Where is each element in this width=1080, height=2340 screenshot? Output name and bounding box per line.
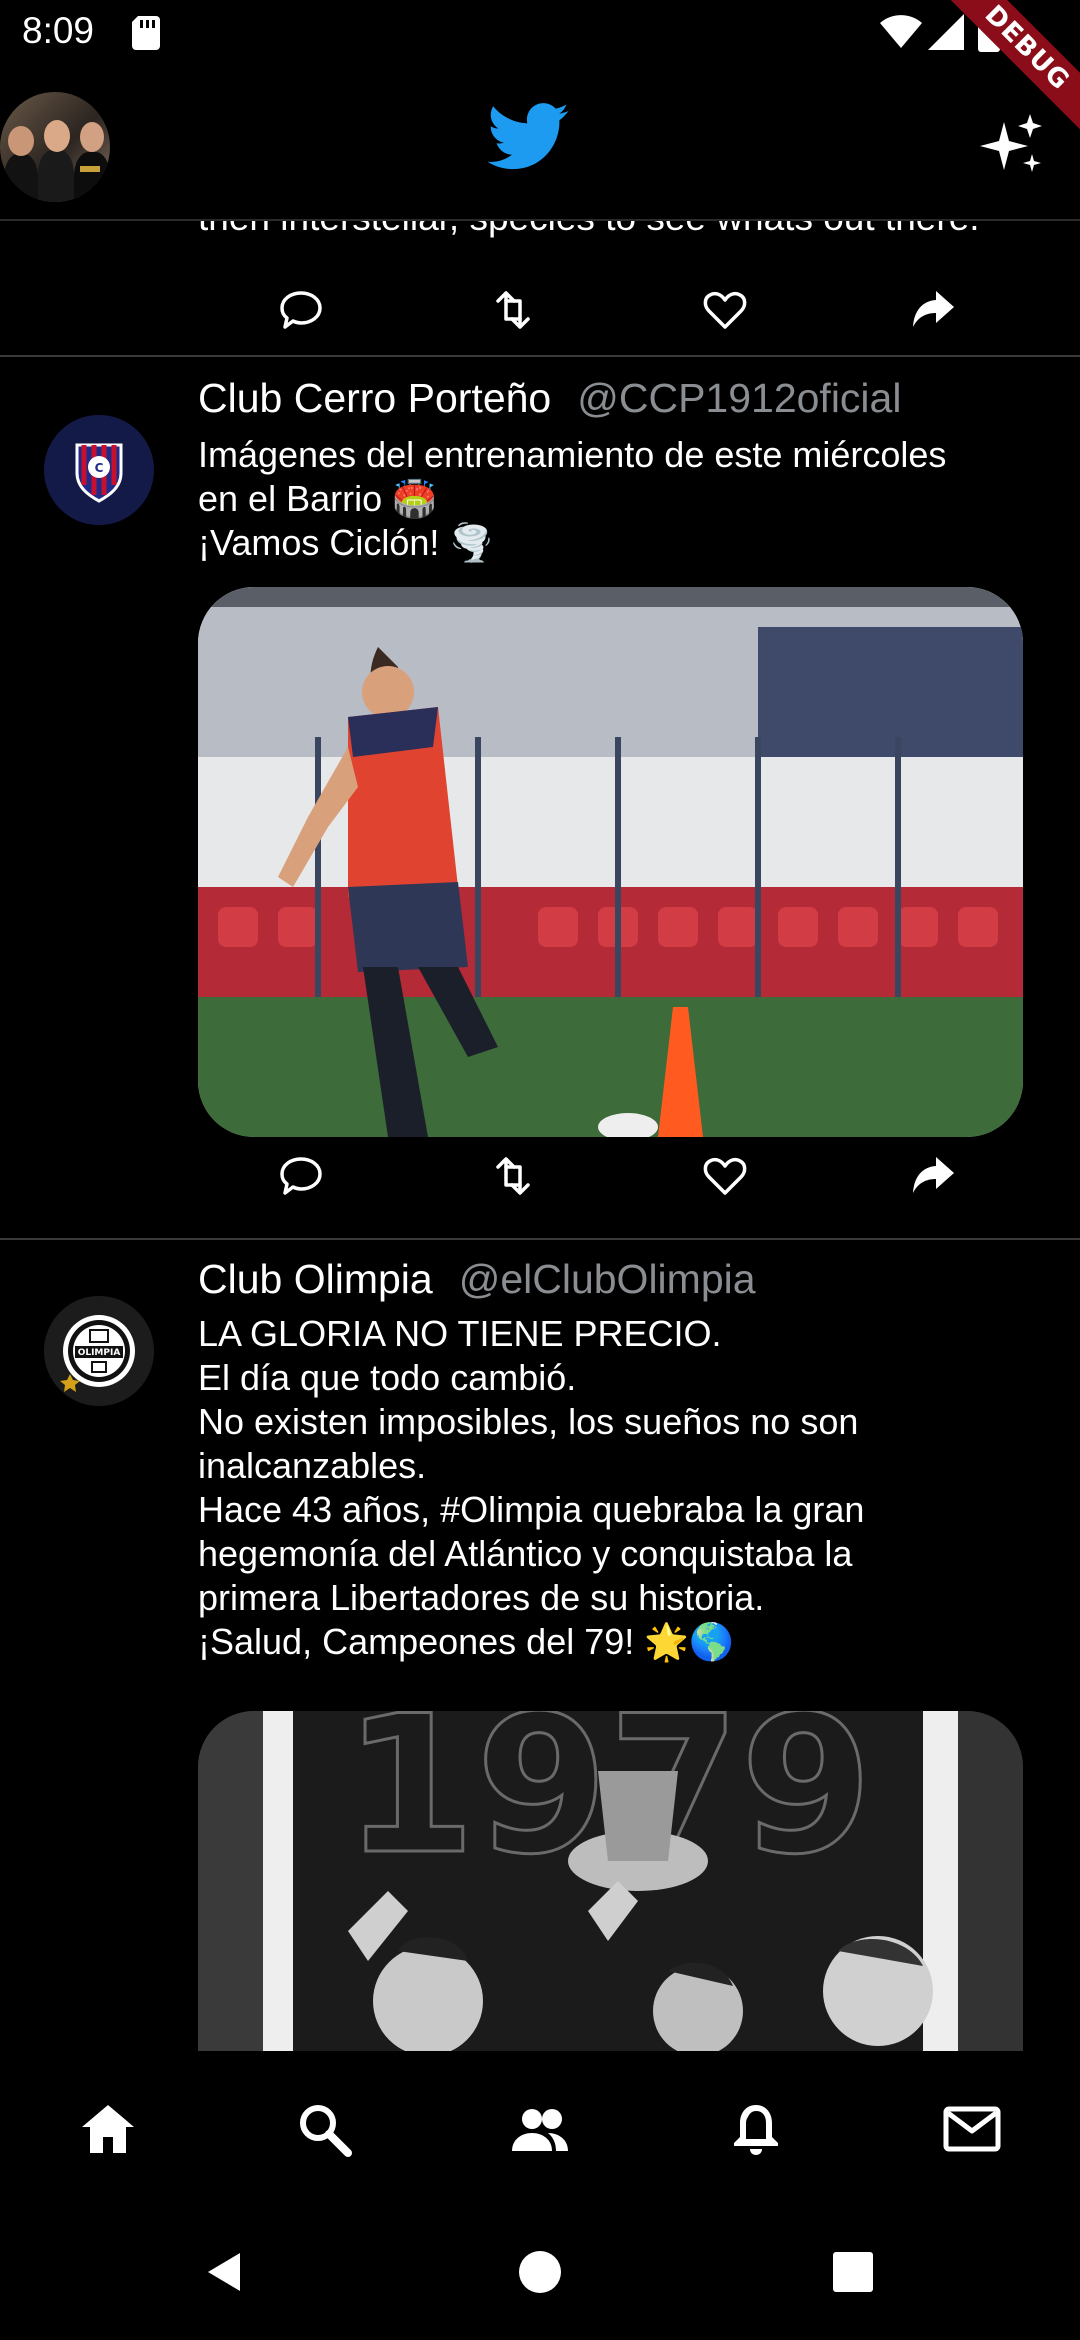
tweet-text-line: Hace 43 años, #Olimpia quebraba la gran: [198, 1489, 865, 1530]
club-cerro-porteno-logo: C: [44, 415, 154, 525]
tweet-text-line: LA GLORIA NO TIENE PRECIO.: [198, 1313, 722, 1354]
back-icon[interactable]: [200, 2247, 250, 2297]
tweet-text-line: ¡Salud, Campeones del 79! 🌟🌎: [198, 1621, 734, 1662]
retweet-icon[interactable]: [488, 285, 538, 335]
tweet-text-line: hegemonía del Atlántico y conquistaba la: [198, 1533, 853, 1574]
reply-icon[interactable]: [276, 285, 326, 335]
messages-icon[interactable]: [940, 2097, 1004, 2161]
twitter-bird-icon[interactable]: [488, 102, 570, 172]
profile-avatar[interactable]: [0, 92, 110, 202]
tweet-text: LA GLORIA NO TIENE PRECIO. El día que to…: [198, 1312, 1048, 1664]
reply-icon[interactable]: [276, 1151, 326, 1201]
share-icon[interactable]: [908, 1151, 958, 1201]
tweet-avatar[interactable]: C: [44, 415, 154, 525]
share-icon[interactable]: [908, 285, 958, 335]
tweet-header: Club Olimpia @elClubOlimpia: [198, 1256, 756, 1303]
tweet-feed[interactable]: then interstellar, species to see whats …: [0, 221, 1080, 2051]
sparkle-icon[interactable]: [980, 112, 1046, 178]
search-icon[interactable]: [292, 2097, 356, 2161]
app-bar: [0, 66, 1080, 221]
tweet-text: Imágenes del entrenamiento de este miérc…: [198, 433, 1048, 565]
svg-text:C: C: [95, 461, 104, 475]
tweet-author-name[interactable]: Club Cerro Porteño: [198, 375, 551, 421]
tweet-card[interactable]: OLIMPIA Club Olimpia @elClubOlimpia LA GL…: [0, 1240, 1080, 2051]
communities-icon[interactable]: [508, 2097, 572, 2161]
sd-card-icon: [132, 16, 160, 50]
like-icon[interactable]: [700, 1151, 750, 1201]
tweet-text-line: No existen imposibles, los sueños no son: [198, 1401, 859, 1442]
tweet-author-handle[interactable]: @CCP1912oficial: [577, 375, 901, 421]
tweet-text-line: El día que todo cambió.: [198, 1357, 577, 1398]
tweet-text-line: ¡Vamos Ciclón! 🌪️: [198, 522, 495, 563]
home-circle-icon[interactable]: [515, 2247, 565, 2297]
tweet-text-line: Imágenes del entrenamiento de este miérc…: [198, 434, 947, 475]
wifi-icon: [880, 15, 922, 48]
bottom-nav: [0, 2053, 1080, 2203]
status-time: 8:09: [22, 10, 95, 51]
recents-icon[interactable]: [828, 2247, 878, 2297]
tweet-author-name[interactable]: Club Olimpia: [198, 1256, 433, 1302]
tweet-image[interactable]: 1979: [198, 1711, 1023, 2051]
retweet-icon[interactable]: [488, 1151, 538, 1201]
status-bar: 8:09: [0, 0, 1080, 66]
tweet-image[interactable]: [198, 587, 1023, 1137]
training-photo: [198, 587, 1023, 1137]
svg-text:OLIMPIA: OLIMPIA: [78, 1348, 121, 1358]
previous-tweet-text: then interstellar, species to see whats …: [198, 221, 980, 239]
tweet-author-handle[interactable]: @elClubOlimpia: [459, 1256, 756, 1302]
tweet-header: Club Cerro Porteño @CCP1912oficial: [198, 375, 901, 422]
tweet-text-line: primera Libertadores de su historia.: [198, 1577, 765, 1618]
tweet-actions: [0, 1147, 1080, 1207]
champions-photo: 1979: [198, 1711, 1023, 2051]
tweet-avatar[interactable]: OLIMPIA: [44, 1296, 154, 1406]
tweet-text-line: en el Barrio 🏟️: [198, 478, 437, 519]
home-icon[interactable]: [76, 2097, 140, 2161]
club-olimpia-logo: OLIMPIA: [44, 1296, 154, 1406]
system-nav-bar: [0, 2203, 1080, 2340]
tweet-actions: [0, 281, 1080, 341]
like-icon[interactable]: [700, 285, 750, 335]
signal-icon: [928, 14, 964, 50]
tweet-text-line: inalcanzables.: [198, 1445, 427, 1486]
tweet-card[interactable]: C Club Cerro Porteño @CCP1912oficial Imág…: [0, 357, 1080, 1195]
notifications-icon[interactable]: [724, 2097, 788, 2161]
